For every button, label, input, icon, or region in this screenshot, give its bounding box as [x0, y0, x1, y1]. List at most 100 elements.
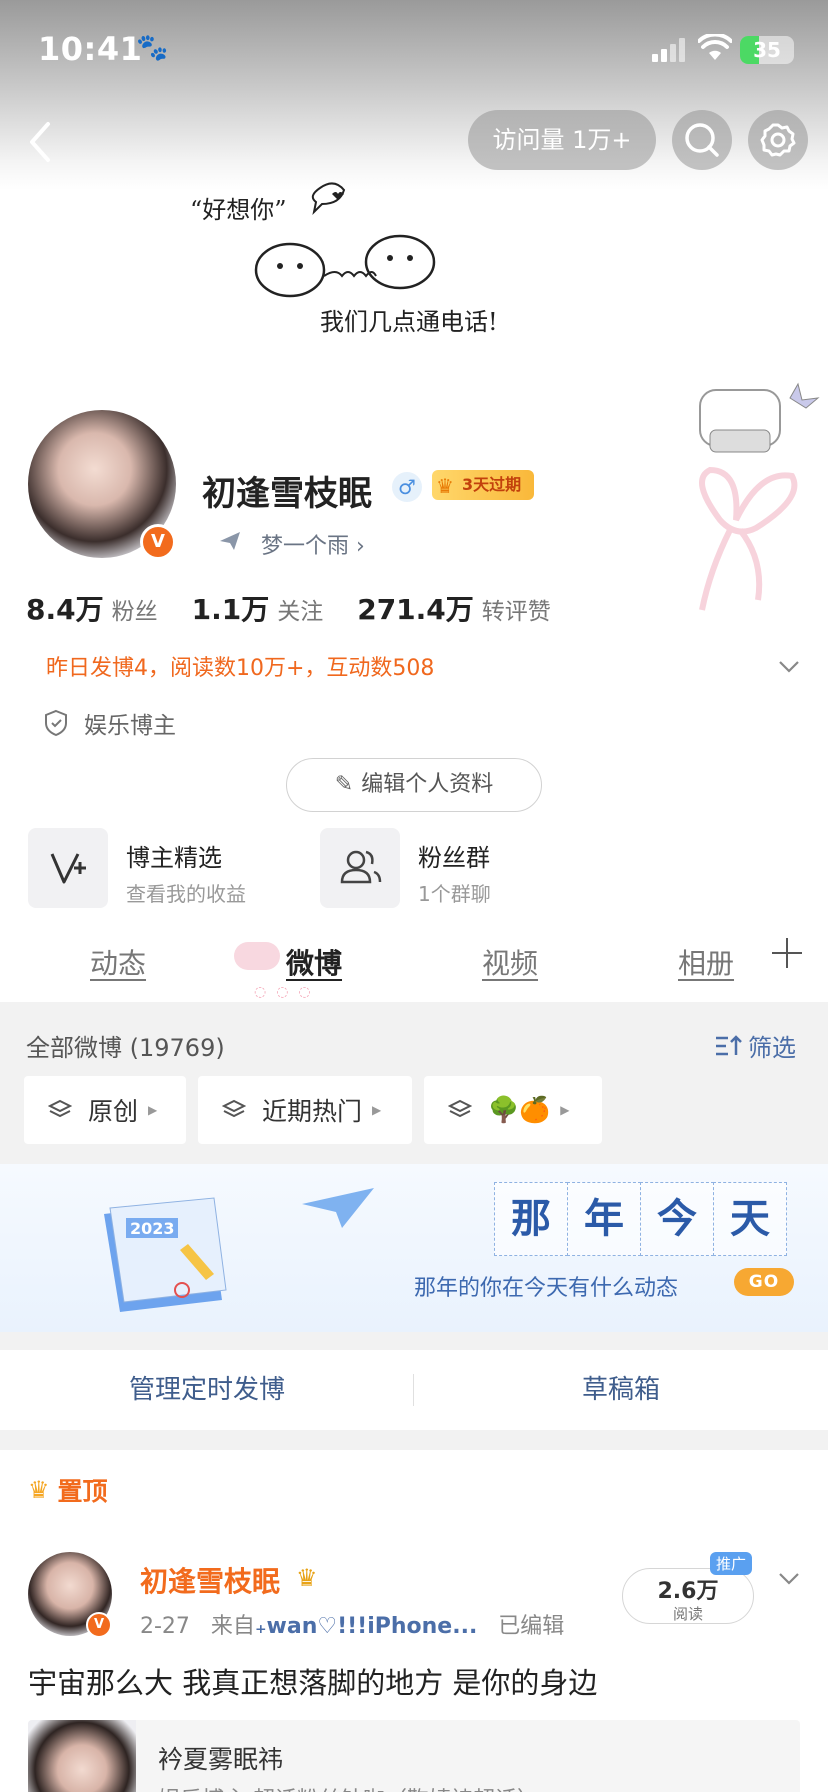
cover-caption-bottom: 我们几点通电话!: [320, 308, 498, 336]
profile-tabs: 动态 微博 ◌◌◌ 视频 相册: [0, 912, 828, 1002]
chip-recent-hot[interactable]: 近期热门 ▶: [198, 1076, 412, 1144]
post-edited: 已编辑: [498, 1614, 565, 1639]
male-icon: ♂: [392, 472, 422, 502]
manage-scheduled-button[interactable]: 管理定时发博: [0, 1350, 414, 1430]
layers-icon: [222, 1099, 246, 1118]
cellular-signal-icon: [652, 38, 688, 62]
pinned-label: 置顶: [57, 1477, 108, 1506]
status-time: 10:41: [38, 30, 143, 68]
banner-title-char: 年: [567, 1182, 641, 1256]
battery-icon: 35: [740, 36, 794, 64]
crown-icon: ♛: [28, 1476, 50, 1504]
edit-profile-button[interactable]: ✎ 编辑个人资料: [286, 758, 542, 812]
feature-blogger-picks[interactable]: 博主精选 查看我的收益: [28, 828, 308, 910]
post-author-name[interactable]: 初逢雪枝眠: [140, 1560, 280, 1600]
tab-dynamics[interactable]: 动态: [90, 942, 146, 982]
profile-subtitle-link[interactable]: 梦一个雨 ›: [218, 528, 365, 560]
paw-icon: 🐾: [136, 33, 169, 63]
post-text[interactable]: 宇宙那么大 我真正想落脚的地方 是你的身边: [28, 1660, 597, 1702]
triangle-right-icon: ▶: [372, 1103, 382, 1117]
profile-subtitle: 梦一个雨 ›: [261, 534, 365, 559]
calendar-year-overlay: 2023: [130, 1219, 175, 1238]
stat-following[interactable]: 1.1万 关注: [192, 588, 324, 628]
stat-label: 粉丝: [111, 599, 158, 625]
back-icon[interactable]: [22, 118, 58, 166]
feature-title: 粉丝群: [418, 844, 490, 872]
reads-label: 阅读: [672, 1605, 703, 1623]
drafts-button[interactable]: 草稿箱: [414, 1350, 828, 1430]
filter-button[interactable]: 筛选: [714, 1028, 796, 1063]
post-from-label: 来自: [210, 1614, 255, 1639]
decoration-sticker: [699, 382, 820, 611]
search-icon: [685, 123, 719, 157]
cover-illustration: “好想你” 我们几点通电话!: [190, 182, 498, 336]
memories-banner[interactable]: 2023 2023 那 年 今 天 那年的你在今天有什么动态 GO: [0, 1164, 828, 1332]
feature-title: 博主精选: [126, 844, 222, 872]
edit-profile-label: 编辑个人资料: [361, 772, 494, 797]
promote-tag[interactable]: 推广: [710, 1552, 753, 1575]
settings-button[interactable]: [748, 110, 808, 170]
v-plus-icon: [28, 828, 108, 908]
tab-decoration: ◌◌◌: [254, 984, 321, 1000]
chevron-down-icon[interactable]: [776, 654, 802, 680]
post-source[interactable]: ₊wan♡!!!iPhone...: [255, 1614, 477, 1639]
wifi-icon: [698, 34, 732, 60]
member-badge-icon: ♛: [296, 1564, 318, 1592]
banner-title-char: 那: [494, 1182, 568, 1256]
chip-emoji[interactable]: 🌳🍊 ▶: [424, 1076, 602, 1144]
filter-icon: [716, 1034, 742, 1055]
chevron-down-icon[interactable]: [776, 1566, 802, 1592]
post-actions-bar: 管理定时发博 草稿箱: [0, 1350, 828, 1430]
stat-number: 1.1万: [191, 593, 270, 626]
banner-title-char: 今: [640, 1182, 714, 1256]
pencil-icon: ✎: [334, 772, 354, 797]
quoted-card[interactable]: 衿夏雾眠祎 娱乐博主 超话粉丝钻咖（鞠婧祎超话）: [28, 1720, 800, 1792]
stat-followers[interactable]: 8.4万 粉丝: [26, 588, 158, 628]
verified-badge: V: [86, 1612, 112, 1638]
reads-number: 2.6万: [657, 1579, 719, 1604]
reads-counter[interactable]: 2.6万 阅读: [622, 1568, 754, 1624]
go-button[interactable]: GO: [734, 1268, 794, 1296]
vip-badge[interactable]: ♛ 3天过期: [432, 470, 534, 500]
quoted-name: 衿夏雾眠祎: [158, 1745, 284, 1774]
banner-subtitle: 那年的你在今天有什么动态: [414, 1276, 679, 1301]
profile-stats: 8.4万 粉丝 1.1万 关注 271.4万 转评赞: [26, 588, 585, 628]
stat-label: 关注: [277, 599, 324, 625]
visits-button[interactable]: 访问量 1万+: [468, 110, 656, 170]
triangle-right-icon: ▶: [148, 1103, 158, 1117]
category-row[interactable]: 娱乐博主: [42, 706, 176, 740]
tab-videos[interactable]: 视频: [482, 942, 538, 982]
post-date: 2-27: [140, 1614, 190, 1639]
activity-summary[interactable]: 昨日发博4，阅读数10万+，互动数508: [46, 650, 434, 682]
tab-albums[interactable]: 相册: [678, 942, 734, 982]
post-meta: 2-27 来自₊wan♡!!!iPhone... 已编辑: [140, 1608, 564, 1640]
banner-title-char: 天: [713, 1182, 787, 1256]
stat-interactions[interactable]: 271.4万 转评赞: [357, 588, 551, 628]
pinned-label-row: ♛ 置顶: [28, 1472, 108, 1508]
cover-caption-top: “好想你”: [190, 196, 287, 224]
search-button[interactable]: [672, 110, 732, 170]
chip-original[interactable]: 原创 ▶: [24, 1076, 186, 1144]
pinned-post[interactable]: ♛ 置顶 V 初逢雪枝眠 ♛ 2-27 来自₊wan♡!!!iPhone... …: [0, 1450, 828, 1792]
feature-subtitle: 查看我的收益: [126, 882, 246, 906]
filter-label: 筛选: [748, 1034, 796, 1062]
stat-label: 转评赞: [481, 599, 551, 625]
tab-weibo[interactable]: 微博: [286, 942, 342, 982]
gear-icon: [760, 123, 796, 157]
all-weibo-count: 全部微博 (19769): [26, 1034, 225, 1062]
banner-title: 那 年 今 天: [494, 1182, 787, 1256]
feature-fan-groups[interactable]: 粉丝群 1个群聊: [320, 828, 600, 910]
group-icon: [320, 828, 400, 908]
chip-label: 🌳🍊: [488, 1095, 551, 1124]
layers-icon: [48, 1099, 72, 1118]
chip-label: 近期热门: [262, 1097, 363, 1126]
battery-percent: 35: [753, 38, 781, 62]
shield-icon: [45, 709, 67, 737]
stat-number: 8.4万: [26, 593, 104, 626]
triangle-right-icon: ▶: [560, 1103, 570, 1117]
category-label: 娱乐博主: [84, 713, 176, 739]
plus-icon[interactable]: [770, 936, 804, 970]
profile-name: 初逢雪枝眠: [202, 474, 372, 514]
crown-icon: ♛: [436, 474, 454, 498]
feed-section: 全部微博 (19769) 筛选 原创 ▶ 近期热门 ▶ 🌳🍊 ▶ 2023 2023: [0, 1002, 828, 1792]
